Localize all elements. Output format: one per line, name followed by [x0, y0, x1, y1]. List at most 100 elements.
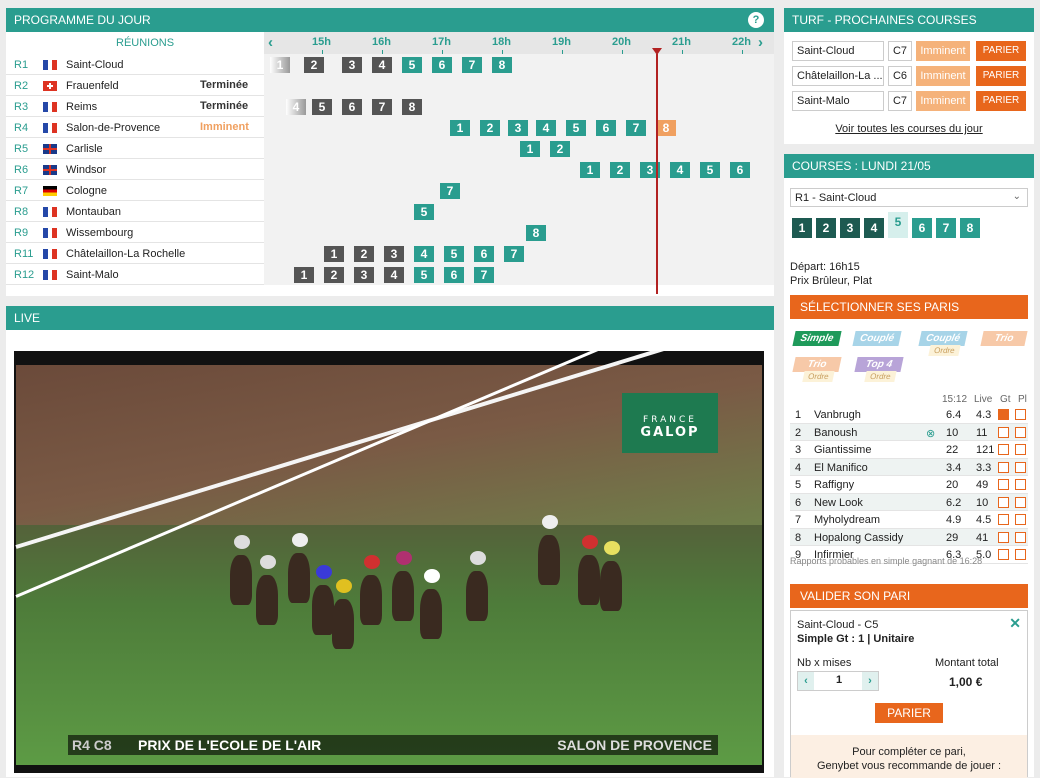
place-checkbox[interactable] [1015, 496, 1026, 508]
live-video[interactable]: FRANCE GALOP R4 C8 PRIX DE L'ECOLE DE L'… [14, 351, 764, 773]
race-chip[interactable]: 4 [414, 246, 434, 262]
race-chip[interactable]: 3 [508, 120, 528, 136]
reunion-row[interactable]: R4 Salon-de-Provence Imminent 1 2 3 4 5 6 7 8 [6, 117, 774, 138]
course-number[interactable]: 2 [816, 218, 836, 238]
reunion-select[interactable]: R1 - Saint-Cloud ⌄ [790, 188, 1028, 207]
race-chip[interactable]: 2 [610, 162, 630, 178]
race-chip[interactable]: 7 [504, 246, 524, 262]
race-chip[interactable]: 7 [372, 99, 392, 115]
timeline-next-icon[interactable]: › [758, 34, 763, 51]
bet-type-button[interactable]: Top 4 Ordre [854, 357, 904, 382]
course-number[interactable]: 1 [792, 218, 812, 238]
reunion-row[interactable]: R12 Saint-Malo 1 2 3 4 5 6 7 [6, 264, 774, 285]
race-chip[interactable]: 3 [342, 57, 362, 73]
race-chip[interactable]: 1 [580, 162, 600, 178]
race-chip[interactable]: 4 [286, 99, 306, 115]
race-chip[interactable]: 1 [520, 141, 540, 157]
reunion-row[interactable]: R5 Carlisle 1 2 [6, 138, 774, 159]
gagnant-checkbox[interactable] [998, 461, 1009, 473]
gagnant-checkbox[interactable] [998, 479, 1009, 490]
parier-button[interactable]: PARIER [976, 91, 1026, 111]
race-chip[interactable]: 5 [402, 57, 422, 73]
race-chip[interactable]: 7 [474, 267, 494, 283]
chevron-left-icon[interactable]: ‹ [798, 672, 814, 690]
race-chip[interactable]: 5 [444, 246, 464, 262]
race-chip[interactable]: 5 [414, 204, 434, 220]
race-chip[interactable]: 6 [474, 246, 494, 262]
close-icon[interactable]: ✕ [1009, 615, 1021, 632]
place-checkbox[interactable] [1015, 426, 1026, 438]
reunion-row[interactable]: R1 Saint-Cloud 1 2 3 4 5 6 7 8 [6, 54, 774, 75]
gagnant-checkbox[interactable] [998, 531, 1009, 543]
bet-type-button[interactable]: Trio [980, 331, 1028, 346]
place-checkbox[interactable] [1015, 461, 1026, 473]
race-chip[interactable]: 2 [354, 246, 374, 262]
voir-toutes-link[interactable]: Voir toutes les courses du jour [784, 123, 1034, 135]
race-chip[interactable]: 1 [294, 267, 314, 283]
race-chip[interactable]: 1 [270, 57, 290, 73]
race-chip[interactable]: 7 [626, 120, 646, 136]
race-chip[interactable]: 6 [432, 57, 452, 73]
gagnant-checkbox[interactable] [998, 444, 1009, 455]
course-number[interactable]: 6 [912, 218, 932, 238]
gagnant-checkbox[interactable] [998, 549, 1009, 560]
reunion-row[interactable]: R9 Wissembourg 8 [6, 222, 774, 243]
quantity-value[interactable]: 1 [816, 674, 862, 686]
parier-button[interactable]: PARIER [976, 41, 1026, 61]
timeline-prev-icon[interactable]: ‹ [268, 34, 273, 51]
race-chip[interactable]: 8 [656, 120, 676, 136]
race-chip[interactable]: 2 [324, 267, 344, 283]
race-chip[interactable]: 6 [730, 162, 750, 178]
race-chip[interactable]: 5 [414, 267, 434, 283]
gagnant-checkbox[interactable] [998, 409, 1009, 420]
race-chip[interactable]: 6 [444, 267, 464, 283]
race-chip[interactable]: 5 [566, 120, 586, 136]
race-chip[interactable]: 7 [440, 183, 460, 199]
race-chip[interactable]: 8 [492, 57, 512, 73]
course-number[interactable]: 7 [936, 218, 956, 238]
gagnant-checkbox[interactable] [998, 514, 1009, 525]
race-chip[interactable]: 5 [312, 99, 332, 115]
help-icon[interactable]: ? [748, 12, 764, 28]
reunion-row[interactable]: R2 Frauenfeld Terminée [6, 75, 774, 96]
race-chip[interactable]: 2 [304, 57, 324, 73]
course-number[interactable]: 8 [960, 218, 980, 238]
remove-icon[interactable]: ⊗ [926, 427, 935, 440]
race-chip[interactable]: 4 [384, 267, 404, 283]
race-chip[interactable]: 1 [450, 120, 470, 136]
race-chip[interactable]: 7 [462, 57, 482, 73]
parier-button[interactable]: PARIER [875, 703, 943, 723]
bet-type-button[interactable]: Couplé [852, 331, 902, 346]
race-chip[interactable]: 3 [354, 267, 374, 283]
race-chip[interactable]: 4 [536, 120, 556, 136]
race-chip[interactable]: 2 [550, 141, 570, 157]
bet-type-button[interactable]: Simple [792, 331, 842, 346]
quantity-stepper[interactable]: ‹ 1 › [797, 671, 879, 691]
race-chip[interactable]: 2 [480, 120, 500, 136]
place-checkbox[interactable] [1015, 479, 1026, 490]
gagnant-checkbox[interactable] [998, 426, 1009, 438]
race-chip[interactable]: 8 [526, 225, 546, 241]
reunion-row[interactable]: R8 Montauban 5 [6, 201, 774, 222]
course-number[interactable]: 4 [864, 218, 884, 238]
race-chip[interactable]: 3 [384, 246, 404, 262]
course-number[interactable]: 5 [888, 212, 908, 238]
course-number[interactable]: 3 [840, 218, 860, 238]
gagnant-checkbox[interactable] [998, 496, 1009, 508]
race-chip[interactable]: 6 [342, 99, 362, 115]
chevron-right-icon[interactable]: › [862, 672, 878, 690]
race-chip[interactable]: 8 [402, 99, 422, 115]
place-checkbox[interactable] [1015, 549, 1026, 560]
reunion-row[interactable]: R6 Windsor 1 2 3 4 5 6 [6, 159, 774, 180]
reunion-row[interactable]: R3 Reims Terminée 4 5 6 7 8 [6, 96, 774, 117]
parier-button[interactable]: PARIER [976, 66, 1026, 86]
place-checkbox[interactable] [1015, 409, 1026, 420]
race-chip[interactable]: 4 [372, 57, 392, 73]
place-checkbox[interactable] [1015, 514, 1026, 525]
place-checkbox[interactable] [1015, 444, 1026, 455]
race-chip[interactable]: 1 [324, 246, 344, 262]
race-chip[interactable]: 4 [670, 162, 690, 178]
race-chip[interactable]: 5 [700, 162, 720, 178]
race-chip[interactable]: 6 [596, 120, 616, 136]
bet-type-button[interactable]: Couplé Ordre [918, 331, 968, 356]
